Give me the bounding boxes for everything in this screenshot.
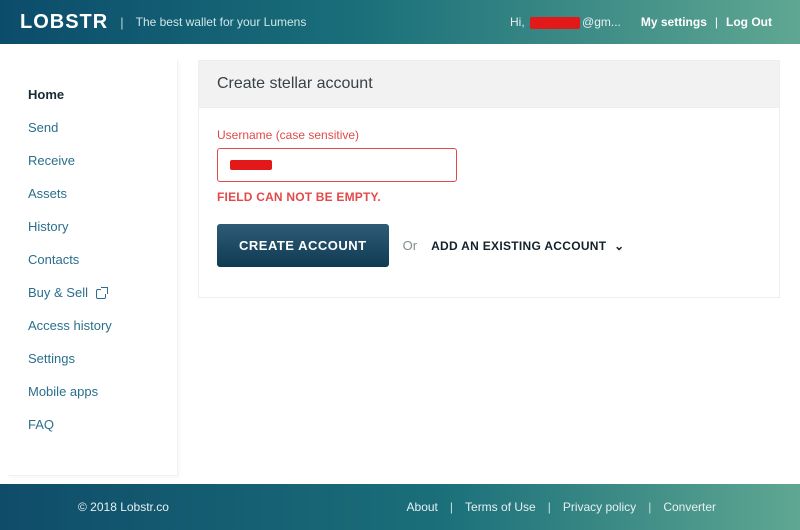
sidebar-item-access-history[interactable]: Access history	[24, 309, 161, 342]
sidebar-item-label: Buy & Sell	[28, 285, 88, 300]
sidebar-item-buy-sell[interactable]: Buy & Sell	[24, 276, 161, 309]
sidebar-item-settings[interactable]: Settings	[24, 342, 161, 375]
external-link-icon	[96, 289, 106, 299]
chevron-down-icon: ⌄	[614, 239, 624, 253]
separator: |	[450, 500, 453, 514]
username-error: FIELD CAN NOT BE EMPTY.	[217, 190, 761, 204]
logout-link[interactable]: Log Out	[726, 15, 772, 29]
separator: |	[715, 15, 718, 29]
app-footer: © 2018 Lobstr.co About | Terms of Use | …	[0, 484, 800, 530]
add-existing-label: ADD AN EXISTING ACCOUNT	[431, 239, 606, 253]
divider: |	[120, 15, 123, 30]
footer-link-terms[interactable]: Terms of Use	[465, 500, 536, 514]
tagline: The best wallet for your Lumens	[136, 15, 307, 29]
sidebar-item-home[interactable]: Home	[24, 78, 161, 111]
redacted-email	[530, 17, 580, 29]
page-title: Create stellar account	[198, 60, 780, 107]
greeting: Hi, @gm...	[510, 15, 621, 29]
sidebar-item-receive[interactable]: Receive	[24, 144, 161, 177]
redacted-input-value	[230, 160, 272, 170]
sidebar-item-assets[interactable]: Assets	[24, 177, 161, 210]
or-text: Or	[403, 238, 417, 253]
sidebar-item-send[interactable]: Send	[24, 111, 161, 144]
form-actions: CREATE ACCOUNT Or ADD AN EXISTING ACCOUN…	[217, 224, 761, 267]
footer-link-about[interactable]: About	[407, 500, 438, 514]
add-existing-account-link[interactable]: ADD AN EXISTING ACCOUNT ⌄	[431, 239, 624, 253]
greeting-suffix: @gm...	[582, 15, 621, 29]
header-right: Hi, @gm... My settings | Log Out	[510, 15, 780, 29]
username-input[interactable]	[217, 148, 457, 182]
footer-link-privacy[interactable]: Privacy policy	[563, 500, 636, 514]
main-panel: Create stellar account Username (case se…	[198, 60, 780, 476]
sidebar-item-faq[interactable]: FAQ	[24, 408, 161, 441]
create-account-button[interactable]: CREATE ACCOUNT	[217, 224, 389, 267]
greeting-prefix: Hi,	[510, 15, 525, 29]
copyright: © 2018 Lobstr.co	[18, 500, 169, 514]
sidebar-item-mobile-apps[interactable]: Mobile apps	[24, 375, 161, 408]
footer-link-converter[interactable]: Converter	[663, 500, 716, 514]
content-area: Home Send Receive Assets History Contact…	[0, 44, 800, 484]
username-label: Username (case sensitive)	[217, 128, 761, 142]
form-body: Username (case sensitive) FIELD CAN NOT …	[198, 107, 780, 298]
separator: |	[648, 500, 651, 514]
sidebar: Home Send Receive Assets History Contact…	[8, 60, 178, 476]
sidebar-item-history[interactable]: History	[24, 210, 161, 243]
separator: |	[548, 500, 551, 514]
brand-logo: LOBSTR	[20, 11, 108, 34]
app-header: LOBSTR | The best wallet for your Lumens…	[0, 0, 800, 44]
my-settings-link[interactable]: My settings	[641, 15, 707, 29]
sidebar-item-contacts[interactable]: Contacts	[24, 243, 161, 276]
footer-links: About | Terms of Use | Privacy policy | …	[401, 500, 782, 514]
